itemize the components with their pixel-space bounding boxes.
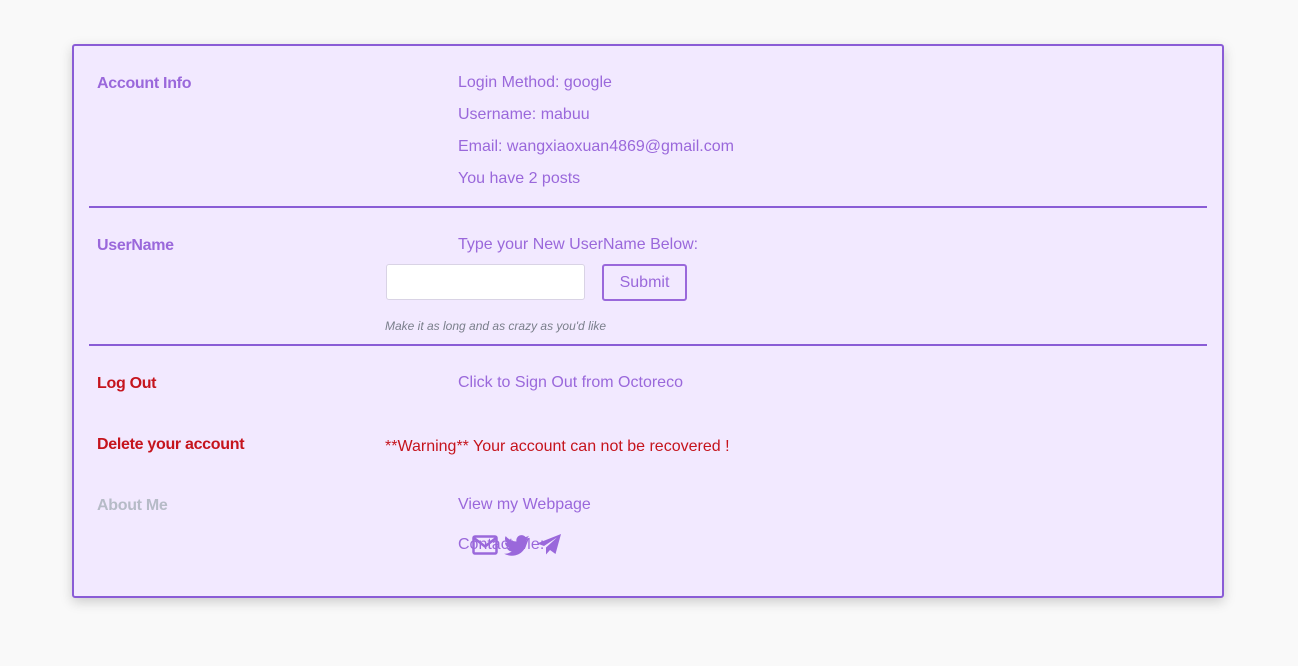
new-username-prompt: Type your New UserName Below: xyxy=(458,236,699,253)
delete-warning-text: **Warning** Your account can not be reco… xyxy=(385,438,730,455)
email-text: Email: wangxiaoxuan4869@gmail.com xyxy=(458,138,734,155)
username-section-title: UserName xyxy=(97,237,174,254)
telegram-icon[interactable] xyxy=(536,533,562,562)
section-divider xyxy=(89,344,1207,346)
account-info-title: Account Info xyxy=(97,75,192,92)
contact-me-label: Contact Me: xyxy=(458,536,545,553)
twitter-icon[interactable] xyxy=(503,535,530,562)
sign-out-link[interactable]: Click to Sign Out from Octoreco xyxy=(458,374,683,392)
section-divider xyxy=(89,206,1207,208)
view-webpage-link[interactable]: View my Webpage xyxy=(458,496,591,514)
new-username-input[interactable] xyxy=(386,264,585,300)
settings-card: Account Info Login Method: google Userna… xyxy=(72,44,1224,598)
delete-account-title[interactable]: Delete your account xyxy=(97,436,245,454)
username-text: Username: mabuu xyxy=(458,106,590,123)
posts-count-text: You have 2 posts xyxy=(458,170,581,187)
logout-title: Log Out xyxy=(97,375,157,392)
about-me-title: About Me xyxy=(97,497,168,514)
username-hint: Make it as long and as crazy as you'd li… xyxy=(385,319,607,333)
submit-button[interactable]: Submit xyxy=(602,264,687,301)
login-method-text: Login Method: google xyxy=(458,74,612,91)
mail-icon[interactable] xyxy=(472,535,498,560)
